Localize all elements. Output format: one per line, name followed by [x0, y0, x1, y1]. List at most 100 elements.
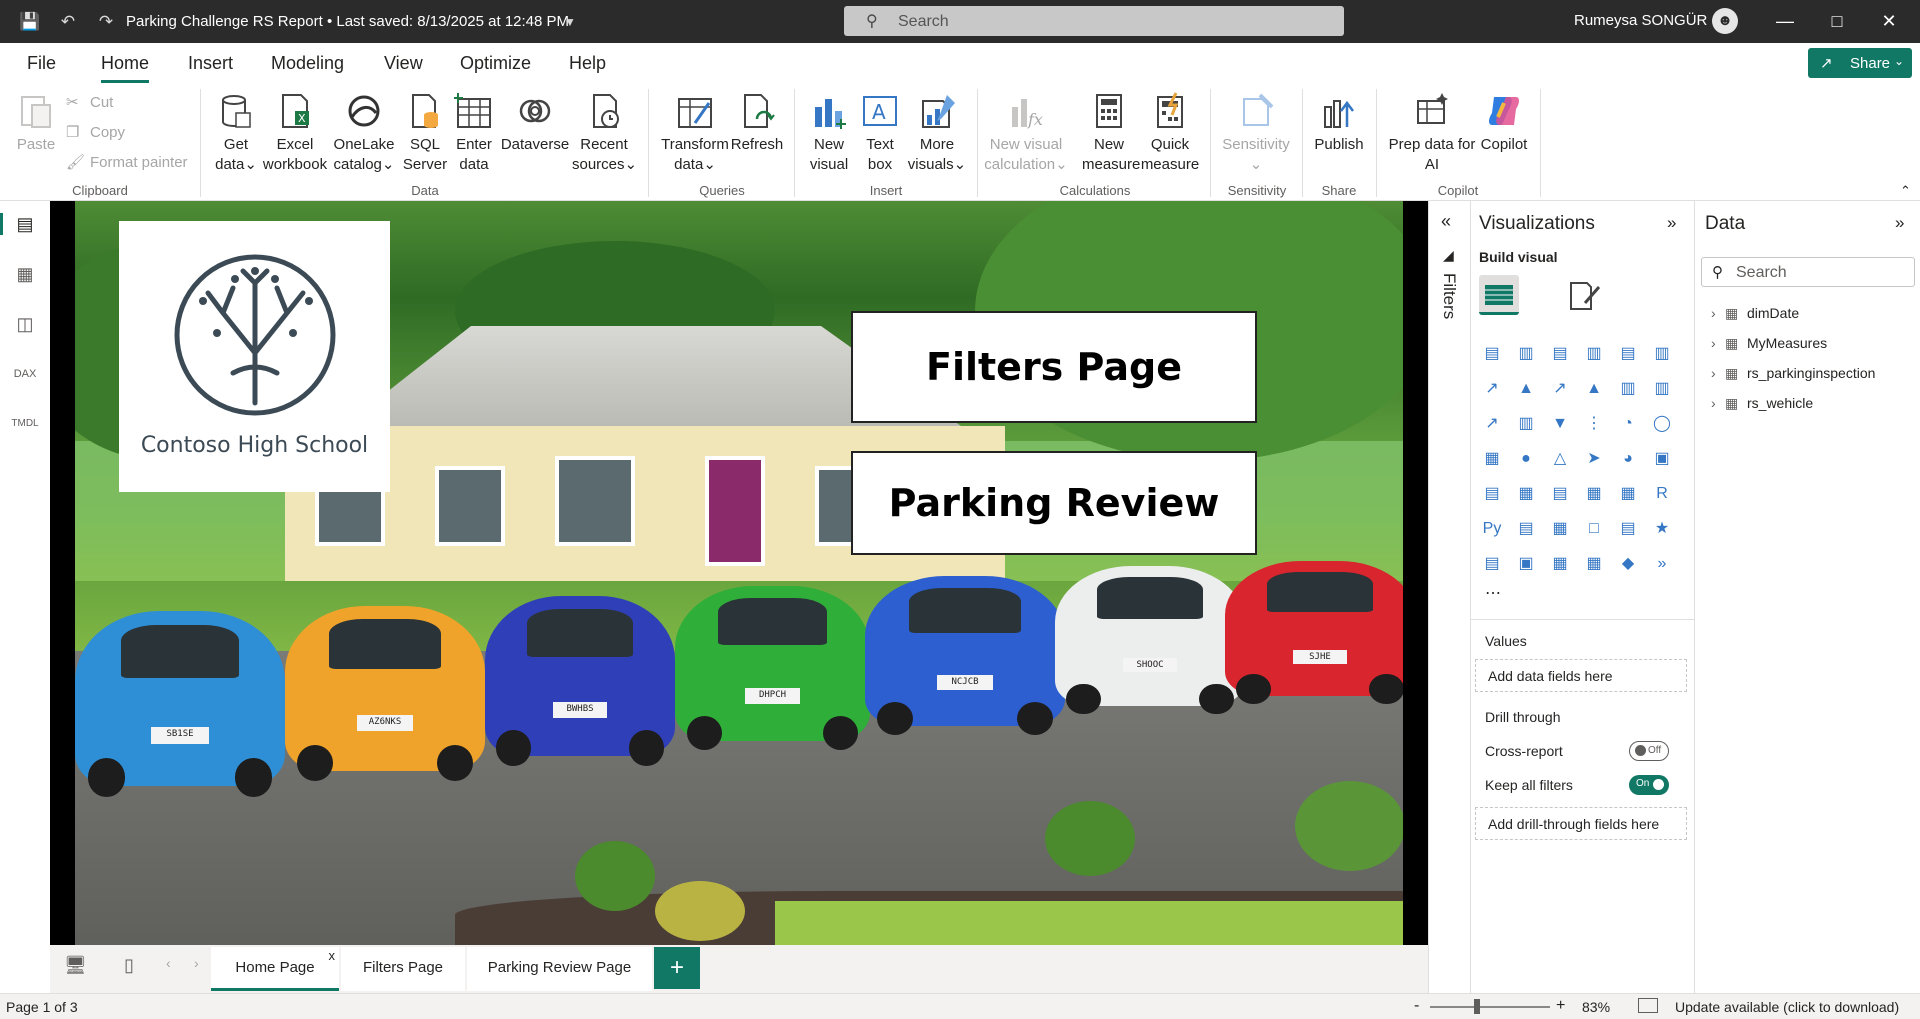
fit-to-page-icon[interactable] — [1638, 998, 1658, 1013]
format-visual-icon[interactable] — [1563, 275, 1603, 315]
title-dropdown-icon[interactable]: ▼ — [558, 10, 582, 34]
new-visual-calculation-button[interactable]: fx New visual calculation⌄ — [984, 91, 1068, 175]
user-name[interactable]: Rumeysa SONGÜR — [1574, 12, 1707, 29]
slicer-visual-icon[interactable]: ▤ — [1547, 481, 1573, 507]
chevron-left-icon[interactable]: « — [1441, 211, 1451, 232]
gauge-visual-icon[interactable]: ◕ — [1615, 446, 1641, 472]
tab-help[interactable]: Help — [569, 53, 606, 74]
line-column-visual-icon[interactable]: ▥ — [1615, 376, 1641, 402]
table-item-dimdate[interactable]: › ▦ dimDate — [1711, 305, 1799, 322]
build-visual-icon[interactable] — [1479, 275, 1519, 315]
new-visual-button[interactable]: New visual — [802, 91, 856, 175]
copy-button[interactable]: ❐ Copy — [66, 123, 125, 141]
publish-button[interactable]: Publish — [1310, 91, 1368, 155]
cross-report-toggle[interactable]: Off — [1629, 741, 1669, 761]
tab-insert[interactable]: Insert — [188, 53, 233, 74]
100-bar-visual-icon[interactable]: ▤ — [1615, 341, 1641, 367]
table-item-mymeasures[interactable]: › ▦ MyMeasures — [1711, 335, 1827, 352]
tab-view[interactable]: View — [384, 53, 423, 74]
filters-pane-collapsed[interactable]: « ◢ Filters — [1428, 201, 1470, 993]
table-item-wehicle[interactable]: › ▦ rs_wehicle — [1711, 395, 1813, 412]
zoom-slider-thumb[interactable] — [1474, 999, 1480, 1014]
zoom-out-icon[interactable]: - — [1414, 997, 1419, 1015]
zoom-level[interactable]: 83% — [1582, 999, 1610, 1015]
map-visual-icon[interactable]: ● — [1513, 446, 1539, 472]
table-item-parkinginspection[interactable]: › ▦ rs_parkinginspection — [1711, 365, 1875, 382]
tab-modeling[interactable]: Modeling — [271, 53, 344, 74]
chevron-right-icon[interactable]: » — [1667, 213, 1676, 233]
qa-visual-icon[interactable]: □ — [1581, 516, 1607, 542]
more-visual-icon[interactable]: » — [1649, 551, 1675, 577]
keep-filters-toggle[interactable]: On — [1629, 775, 1669, 795]
close-tab-icon[interactable]: x — [329, 935, 336, 977]
card-visual-icon[interactable]: ▣ — [1649, 446, 1675, 472]
tmdl-view-icon[interactable]: TMDL — [10, 409, 40, 439]
enter-data-button[interactable]: Enter data — [452, 91, 496, 175]
refresh-button[interactable]: Refresh — [730, 91, 784, 155]
format-painter-button[interactable]: 🖌 Format painter — [66, 153, 188, 171]
values-well[interactable]: Add data fields here — [1475, 659, 1687, 692]
share-button[interactable]: ↗ Share ⌄ — [1808, 48, 1912, 78]
chevron-left-icon[interactable]: ‹ — [166, 955, 171, 971]
treemap-visual-icon[interactable]: ▦ — [1479, 446, 1505, 472]
recent-sources-button[interactable]: Recent sources⌄ — [572, 91, 637, 175]
avatar-icon[interactable]: ☻ — [1712, 8, 1738, 34]
report-canvas[interactable]: SB1SE AZ6NKS BWHBS DHPCH NCJCB SHOOC SJH… — [75, 201, 1403, 945]
parking-review-button[interactable]: Parking Review — [851, 451, 1257, 555]
python-visual-visual-icon[interactable]: Py — [1479, 516, 1505, 542]
stacked-area-visual-icon[interactable]: ↗ — [1547, 376, 1573, 402]
line-clustered-column-visual-icon[interactable]: ▥ — [1649, 376, 1675, 402]
table-visual-icon[interactable]: ▦ — [1581, 481, 1607, 507]
r-visual-visual-icon[interactable]: R — [1649, 481, 1675, 507]
data-search-input[interactable]: ⚲ Search — [1701, 257, 1915, 287]
get-data-button[interactable]: Get data⌄ — [208, 91, 264, 175]
decomposition-tree-visual-icon[interactable]: ▦ — [1547, 516, 1573, 542]
ribbon-visual-icon[interactable]: ↗ — [1479, 411, 1505, 437]
minimize-icon[interactable]: — — [1770, 8, 1800, 34]
clustered-bar-visual-icon[interactable]: ▤ — [1547, 341, 1573, 367]
new-card-visual-icon[interactable]: ▦ — [1581, 551, 1607, 577]
redo-icon[interactable]: ↷ — [94, 10, 118, 34]
update-available-link[interactable]: Update available (click to download) — [1675, 999, 1899, 1015]
100-column-visual-icon[interactable]: ▥ — [1649, 341, 1675, 367]
text-box-button[interactable]: A Text box — [856, 91, 904, 175]
close-icon[interactable]: ✕ — [1874, 8, 1904, 34]
more-visuals-icon[interactable]: ⋯ — [1485, 583, 1503, 603]
new-slicer-visual-icon[interactable]: ◆ — [1615, 551, 1641, 577]
power-apps-visual-icon[interactable]: ▣ — [1513, 551, 1539, 577]
smart-narrative-visual-icon[interactable]: ▤ — [1615, 516, 1641, 542]
more-visuals-button[interactable]: More visuals⌄ — [906, 91, 968, 175]
100-area-visual-icon[interactable]: ▲ — [1581, 376, 1607, 402]
azure-map-visual-icon[interactable]: ➤ — [1581, 446, 1607, 472]
new-measure-button[interactable]: New measure — [1082, 91, 1140, 175]
filled-map-visual-icon[interactable]: △ — [1547, 446, 1573, 472]
chevron-right-icon[interactable]: › — [1711, 365, 1725, 381]
add-page-button[interactable]: + — [654, 947, 700, 989]
maximize-icon[interactable]: □ — [1822, 8, 1852, 34]
save-icon[interactable]: 💾 — [18, 10, 42, 34]
drill-through-well[interactable]: Add drill-through fields here — [1475, 807, 1687, 840]
copilot-button[interactable]: Copilot — [1474, 91, 1534, 155]
key-influencers-visual-icon[interactable]: ▤ — [1513, 516, 1539, 542]
desktop-layout-icon[interactable]: 🖥 — [64, 955, 87, 976]
donut-visual-icon[interactable]: ◯ — [1649, 411, 1675, 437]
filters-label[interactable]: Filters — [1439, 273, 1459, 319]
pie-visual-icon[interactable]: ◔ — [1615, 411, 1641, 437]
prep-data-for-ai-button[interactable]: Prep data for AI — [1384, 91, 1480, 175]
mobile-layout-icon[interactable]: ▯ — [124, 955, 134, 976]
quick-measure-button[interactable]: Quick measure — [1140, 91, 1200, 175]
chevron-right-icon[interactable]: » — [1895, 213, 1904, 233]
page-tab-home[interactable]: Home Page x — [211, 947, 339, 991]
onelake-catalog-button[interactable]: OneLake catalog⌄ — [330, 91, 398, 175]
area-visual-icon[interactable]: ▲ — [1513, 376, 1539, 402]
zoom-slider[interactable] — [1430, 1006, 1550, 1008]
cut-button[interactable]: ✂ Cut — [66, 93, 113, 111]
page-tab-parking-review[interactable]: Parking Review Page — [467, 947, 652, 991]
tab-optimize[interactable]: Optimize — [460, 53, 531, 74]
dax-query-view-icon[interactable]: DAX — [10, 359, 40, 389]
undo-icon[interactable]: ↶ — [56, 10, 80, 34]
paste-button[interactable]: Paste — [14, 91, 58, 155]
funnel-visual-icon[interactable]: ▼ — [1547, 411, 1573, 437]
school-logo[interactable]: Contoso High School — [119, 221, 390, 492]
model-view-icon[interactable]: ◫ — [10, 309, 40, 339]
